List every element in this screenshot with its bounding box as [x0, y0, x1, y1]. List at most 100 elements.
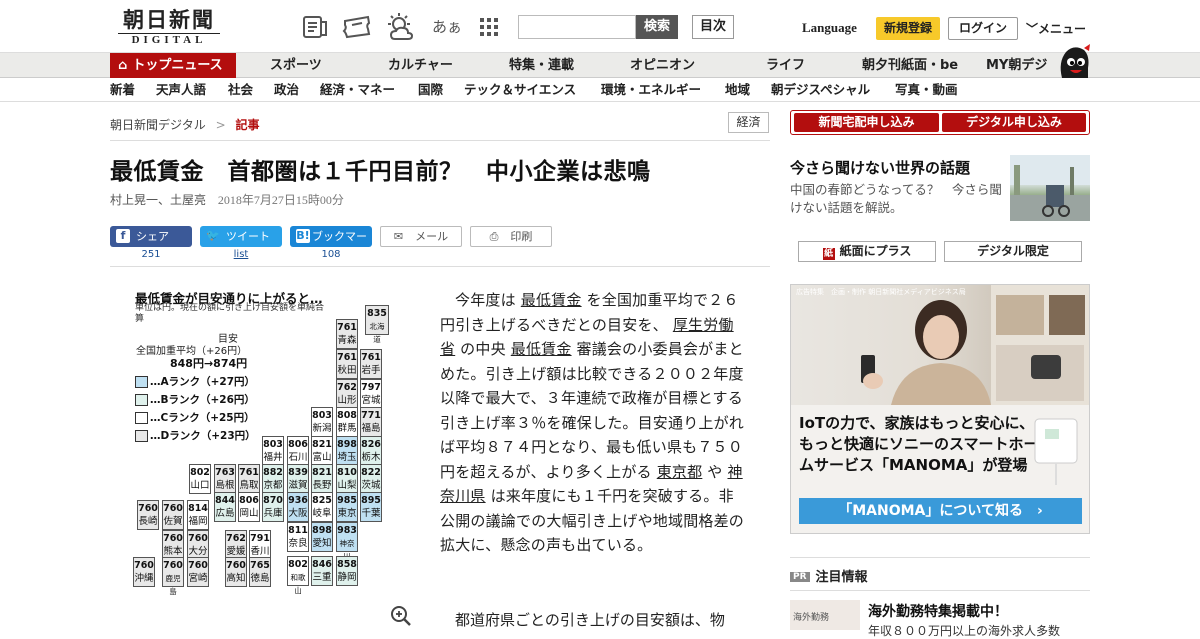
paper-plus-button[interactable]: 紙紙面にプラス — [798, 241, 936, 262]
nav-item-features[interactable]: 特集・連載 — [509, 53, 574, 78]
nav-item-politics[interactable]: 政治 — [274, 78, 299, 102]
prefecture-name: 茨城 — [361, 480, 381, 491]
weather-icon[interactable] — [385, 12, 415, 42]
prefecture-tile: 858 静岡 — [336, 556, 358, 586]
nav-item-special[interactable]: 朝デジスペシャル — [771, 78, 870, 102]
font-size-icon[interactable]: あぁ — [432, 16, 462, 37]
breadcrumb-home[interactable]: 朝日新聞デジタル — [110, 118, 206, 132]
prefecture-tile: 936 大阪 — [287, 492, 309, 522]
nav-item-my-asadigi[interactable]: MY朝デジ — [986, 53, 1047, 78]
subscription-bar: 新聞宅配申し込み デジタル申し込み — [790, 110, 1090, 135]
print-button[interactable]: ⎙ 印刷 — [470, 226, 552, 247]
register-button[interactable]: 新規登録 — [876, 17, 940, 40]
nav-item-tenseijingo[interactable]: 天声人語 — [156, 78, 206, 102]
nav-item-economy[interactable]: 経済・マネー — [320, 78, 395, 102]
twitter-share-button[interactable]: 🐦 ツイート — [200, 226, 282, 247]
nav-item-sports[interactable]: スポーツ — [270, 53, 322, 78]
nav-item-opinion[interactable]: オピニオン — [630, 53, 695, 78]
keyword-link[interactable]: 最低賃金 — [511, 340, 572, 358]
prefecture-name: 鳥取 — [239, 480, 259, 491]
nav-item-new[interactable]: 新着 — [110, 78, 135, 102]
prefecture-wage: 761 — [337, 352, 357, 363]
prefecture-wage: 760 — [163, 503, 183, 514]
apps-grid-icon[interactable] — [474, 12, 504, 42]
zoom-icon[interactable] — [390, 605, 412, 627]
nav-item-top-news[interactable]: ⌂ トップニュース — [110, 53, 236, 78]
nav-item-environment[interactable]: 環境・エネルギー — [601, 78, 701, 102]
toc-button[interactable]: 目次 — [692, 15, 734, 39]
keyword-link[interactable]: 東京都 — [657, 463, 703, 481]
site-logo[interactable]: 朝日新聞 DIGITAL — [110, 8, 228, 48]
prefecture-tile: 761 鳥取 — [238, 464, 260, 494]
home-delivery-button[interactable]: 新聞宅配申し込み — [794, 113, 939, 132]
nav-item-paper-be[interactable]: 朝夕刊紙面・be — [862, 53, 958, 78]
feature-title[interactable]: 今さら聞けない世界の話題 — [790, 157, 970, 178]
feature-thumbnail[interactable] — [1010, 155, 1090, 221]
feature-description[interactable]: 中国の春節どうなってる？ 今さら聞けない話題を解説。 — [790, 181, 1002, 217]
site-header: 朝日新聞 DIGITAL あぁ 検索 目次 Language 新規登録 ログイン… — [0, 0, 1200, 52]
facebook-count: 251 — [141, 249, 161, 260]
legend-item-c: …Cランク（+25円） — [135, 412, 255, 425]
pr-badge: PR — [790, 572, 810, 582]
category-tag[interactable]: 経済 — [728, 112, 769, 133]
prefecture-name: 滋賀 — [288, 480, 308, 491]
keyword-link[interactable]: 最低賃金 — [521, 291, 582, 309]
menu-label: メニュー — [1038, 22, 1087, 36]
search-button[interactable]: 検索 — [636, 15, 678, 39]
nav-item-life[interactable]: ライフ — [766, 53, 805, 78]
menu-button[interactable]: ﹀メニュー — [1026, 20, 1086, 37]
prefecture-wage: 762 — [337, 382, 357, 393]
facebook-share-button[interactable]: f シェア — [110, 226, 192, 247]
prefecture-name: 埼玉 — [337, 452, 357, 463]
digital-only-button[interactable]: デジタル限定 — [944, 241, 1082, 262]
prefecture-name: 福島 — [361, 423, 381, 434]
nav-item-culture[interactable]: カルチャー — [388, 53, 453, 78]
mascot-icon[interactable] — [1056, 42, 1092, 80]
legend-swatch — [135, 430, 148, 442]
ad-cta-button[interactable]: 「MANOMA」について知る › — [799, 498, 1082, 524]
prefecture-tile: 895 千葉 — [360, 492, 382, 522]
nav-item-society[interactable]: 社会 — [228, 78, 253, 102]
prefecture-name: 宮城 — [361, 395, 381, 406]
nav-item-photo-video[interactable]: 写真・動画 — [895, 78, 958, 102]
legend-item-d: …Dランク（+23円） — [135, 430, 256, 443]
divider — [110, 140, 770, 141]
prefecture-name: 山形 — [337, 395, 357, 406]
authors: 村上晃一、土屋亮 — [110, 193, 207, 207]
prefecture-wage: 760 — [163, 560, 183, 571]
hatena-bookmark-button[interactable]: B! ブックマーク — [290, 226, 372, 264]
pr-item-subtitle[interactable]: 年収８００万円以上の海外求人多数 — [868, 622, 1060, 639]
prefecture-wage: 839 — [288, 467, 308, 478]
nav-item-international[interactable]: 国際 — [418, 78, 443, 102]
newspaper-icon[interactable] — [300, 12, 330, 42]
divider — [790, 590, 1090, 591]
prefecture-name: 和歌山 — [290, 573, 306, 595]
language-link[interactable]: Language — [802, 20, 857, 36]
nav-item-region[interactable]: 地域 — [725, 78, 750, 102]
prefecture-tile: 821 富山 — [311, 436, 333, 466]
pr-thumbnail[interactable]: 海外勤務 — [790, 600, 860, 630]
login-button[interactable]: ログイン — [948, 17, 1018, 40]
prefecture-wage: 846 — [312, 559, 332, 570]
primary-nav: ⌂ トップニュース スポーツ カルチャー 特集・連載 オピニオン ライフ 朝夕刊紙… — [0, 52, 1200, 78]
ticket-icon[interactable] — [342, 12, 372, 42]
digital-apply-button[interactable]: デジタル申し込み — [942, 113, 1086, 132]
prefecture-wage: 983 — [337, 525, 357, 536]
prefecture-wage: 835 — [367, 308, 387, 319]
prefecture-name: 石川 — [288, 452, 308, 463]
prefecture-name: 三重 — [312, 572, 332, 583]
prefecture-wage: 760 — [188, 560, 208, 571]
nav-item-tech[interactable]: テック＆サイエンス — [464, 78, 576, 102]
search-input[interactable] — [518, 15, 636, 39]
prefecture-tile: 882 京都 — [262, 464, 284, 494]
print-label: 印刷 — [510, 230, 533, 243]
prefecture-wage: 760 — [163, 533, 183, 544]
pr-item-title[interactable]: 海外勤務特集掲載中！ — [868, 601, 1008, 621]
prefecture-name: 佐賀 — [163, 516, 183, 527]
twitter-icon: 🐦 — [206, 229, 220, 242]
mail-button[interactable]: ✉ メール — [380, 226, 462, 247]
prefecture-tile: 760 佐賀 — [162, 500, 184, 530]
advertisement[interactable]: 広告特集 企画・制作 朝日新聞社メディアビジネス局 IoTの力で、家族はもっと安… — [790, 284, 1090, 534]
twitter-list-link[interactable]: list — [200, 249, 282, 260]
breadcrumb: 朝日新聞デジタル > 記事 — [110, 116, 260, 133]
